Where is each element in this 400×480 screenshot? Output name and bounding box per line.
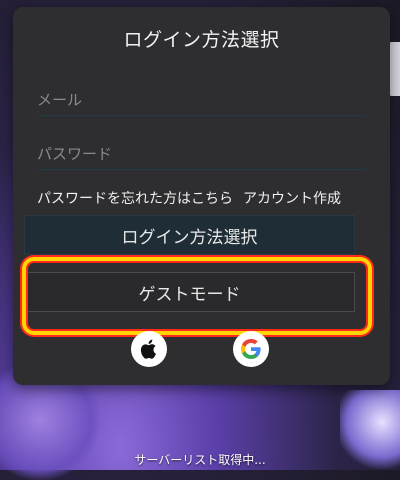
apple-login-button[interactable]	[131, 331, 167, 367]
highlight-box	[22, 257, 372, 335]
forgot-password-link[interactable]: パスワードを忘れた方はこちら	[37, 191, 233, 207]
login-method-button[interactable]: ログイン方法選択	[24, 215, 355, 255]
apple-icon	[140, 339, 156, 359]
server-status-text: サーバーリスト取得中...	[134, 453, 266, 467]
email-field[interactable]	[37, 85, 367, 116]
create-account-link[interactable]: アカウント作成	[243, 191, 341, 207]
password-field[interactable]	[37, 139, 367, 170]
account-links: パスワードを忘れた方はこちら アカウント作成	[37, 188, 341, 208]
panel-title: ログイン方法選択	[123, 29, 280, 51]
password-input[interactable]	[37, 139, 367, 169]
google-icon	[241, 339, 261, 359]
login-method-button-label: ログイン方法選択	[121, 227, 258, 248]
email-input[interactable]	[37, 85, 367, 115]
google-login-button[interactable]	[233, 331, 269, 367]
